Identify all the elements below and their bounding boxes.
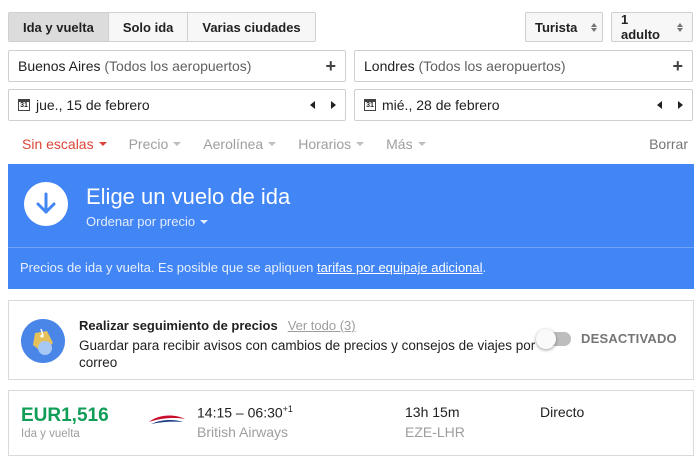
flight-times: 14:15 – 06:30+1 bbox=[197, 404, 293, 421]
trip-type-one-way[interactable]: Solo ida bbox=[108, 13, 189, 41]
airline-name: British Airways bbox=[197, 424, 289, 440]
banner-title: Elige un vuelo de ida bbox=[86, 184, 291, 209]
filter-bar: Sin escalas Precio Aerolínea Horarios Má… bbox=[22, 134, 688, 154]
depart-time: 14:15 bbox=[197, 404, 233, 421]
prev-return-date-icon[interactable] bbox=[657, 101, 662, 109]
sort-label: Ordenar por precio bbox=[86, 214, 196, 229]
price-note-end: . bbox=[482, 260, 487, 275]
calendar-icon: 31 bbox=[364, 99, 376, 111]
trip-type-round-trip[interactable]: Ida y vuelta bbox=[9, 13, 109, 41]
filter-airline[interactable]: Aerolínea bbox=[203, 136, 277, 152]
passengers-dropdown[interactable]: 1 adulto bbox=[611, 12, 693, 42]
filter-more-label: Más bbox=[386, 136, 413, 152]
add-origin-icon[interactable]: + bbox=[325, 56, 336, 77]
flight-duration: 13h 15m bbox=[405, 404, 460, 420]
filter-times[interactable]: Horarios bbox=[298, 136, 365, 152]
toggle-label: DESACTIVADO bbox=[581, 331, 677, 346]
trip-type-multi-city[interactable]: Varias ciudades bbox=[188, 13, 315, 41]
tracking-title: Realizar seguimiento de precios bbox=[79, 318, 278, 333]
price-note-text: Precios de ida y vuelta. Es posible que … bbox=[20, 260, 318, 275]
view-all-link[interactable]: Ver todo (3) bbox=[288, 318, 356, 333]
toggle-knob bbox=[536, 328, 556, 349]
filter-price[interactable]: Precio bbox=[129, 136, 182, 152]
filter-stops-label: Sin escalas bbox=[22, 136, 94, 152]
clear-filters-button[interactable]: Borrar bbox=[649, 136, 688, 152]
flight-route: EZE-LHR bbox=[405, 424, 465, 440]
filter-price-label: Precio bbox=[128, 136, 169, 152]
toggle-track bbox=[536, 328, 571, 349]
filter-stops[interactable]: Sin escalas bbox=[22, 136, 107, 152]
prev-depart-date-icon[interactable] bbox=[310, 101, 315, 109]
flight-stops: Directo bbox=[540, 404, 585, 420]
origin-city: Buenos Aires bbox=[18, 58, 101, 74]
cabin-class-dropdown[interactable]: Turista bbox=[525, 12, 603, 42]
depart-date-value: jue., 15 de febrero bbox=[36, 97, 150, 113]
price-tag-icon bbox=[21, 319, 65, 363]
tracking-description: Guardar para recibir avisos con cambios … bbox=[79, 338, 536, 370]
tracking-toggle[interactable]: DESACTIVADO bbox=[536, 328, 677, 349]
return-date-value: mié., 28 de febrero bbox=[382, 97, 500, 113]
destination-detail: (Todos los aeropuertos) bbox=[418, 58, 566, 74]
banner-divider bbox=[8, 247, 694, 248]
select-flight-banner: Elige un vuelo de ida Ordenar por precio… bbox=[8, 164, 694, 289]
arrive-time: 06:30 bbox=[247, 404, 283, 421]
chevron-down-icon bbox=[268, 142, 277, 146]
flight-price-type: Ida y vuelta bbox=[21, 428, 80, 440]
day-offset: +1 bbox=[282, 404, 293, 414]
british-airways-logo-icon bbox=[147, 413, 187, 434]
price-note: Precios de ida y vuelta. Es posible que … bbox=[20, 260, 486, 275]
passengers-value: 1 adulto bbox=[621, 12, 660, 42]
chevron-down-icon bbox=[356, 142, 365, 146]
next-return-date-icon[interactable] bbox=[678, 101, 683, 109]
chevron-down-icon bbox=[200, 219, 209, 224]
flight-price: EUR1,516 bbox=[21, 405, 109, 426]
chevron-down-icon bbox=[173, 142, 182, 146]
destination-field[interactable]: Londres (Todos los aeropuertos) + bbox=[354, 50, 693, 82]
chevron-down-icon bbox=[98, 142, 107, 146]
price-tracking-card: Realizar seguimiento de precios Ver todo… bbox=[8, 300, 694, 380]
dropdown-arrows-icon bbox=[591, 22, 598, 32]
filter-times-label: Horarios bbox=[298, 136, 352, 152]
chevron-down-icon bbox=[417, 142, 426, 146]
time-separator: – bbox=[232, 404, 248, 421]
calendar-icon: 31 bbox=[18, 99, 30, 111]
sort-by-price-dropdown[interactable]: Ordenar por precio bbox=[86, 214, 209, 229]
next-depart-date-icon[interactable] bbox=[331, 101, 336, 109]
origin-field[interactable]: Buenos Aires (Todos los aeropuertos) + bbox=[8, 50, 346, 82]
trip-type-selector: Ida y vuelta Solo ida Varias ciudades bbox=[8, 12, 316, 42]
filter-more[interactable]: Más bbox=[386, 136, 426, 152]
cabin-class-value: Turista bbox=[535, 19, 578, 35]
baggage-fees-link[interactable]: tarifas por equipaje adicional bbox=[317, 260, 483, 275]
return-date-field[interactable]: 31 mié., 28 de febrero bbox=[354, 89, 693, 121]
filter-airline-label: Aerolínea bbox=[203, 136, 264, 152]
tracking-title-row: Realizar seguimiento de precios Ver todo… bbox=[79, 318, 356, 333]
destination-city: Londres bbox=[364, 58, 415, 74]
flight-result-row[interactable]: EUR1,516 Ida y vuelta 14:15 – 06:30+1 Br… bbox=[8, 390, 694, 456]
origin-detail: (Todos los aeropuertos) bbox=[104, 58, 252, 74]
depart-date-field[interactable]: 31 jue., 15 de febrero bbox=[8, 89, 346, 121]
arrow-down-circle-icon bbox=[24, 182, 68, 226]
add-destination-icon[interactable]: + bbox=[672, 56, 683, 77]
dropdown-arrows-icon bbox=[677, 22, 683, 32]
